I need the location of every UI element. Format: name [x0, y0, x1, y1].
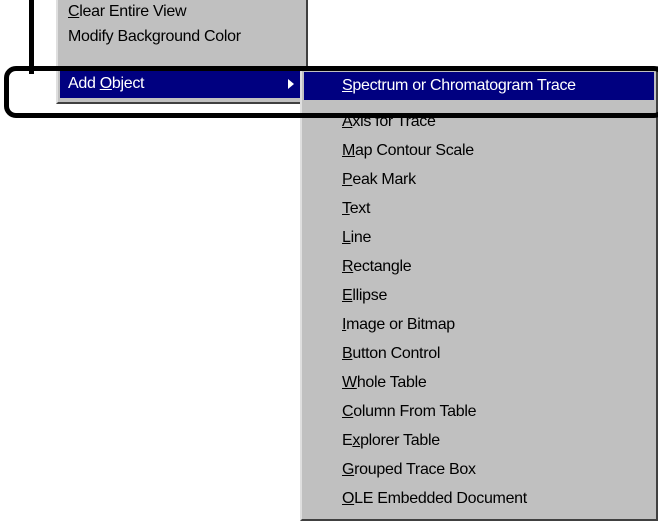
submenu-item-button-control[interactable]: Button Control — [304, 340, 654, 368]
menu-item-modify-background-color[interactable]: Modify Background Color — [60, 23, 304, 51]
submenu-item-ole-embedded-document[interactable]: OLE Embedded Document — [304, 485, 654, 513]
submenu-item-column-from-table[interactable]: Column From Table — [304, 398, 654, 426]
submenu-item-image-or-bitmap[interactable]: Image or Bitmap — [304, 311, 654, 339]
submenu-item-whole-table[interactable]: Whole Table — [304, 369, 654, 397]
submenu-item-explorer-table[interactable]: Explorer Table — [304, 427, 654, 455]
submenu-item-peak-mark[interactable]: Peak Mark — [304, 166, 654, 194]
submenu-item-rectangle[interactable]: Rectangle — [304, 253, 654, 281]
callout-pointer-line — [29, 0, 34, 74]
submenu-item-line[interactable]: Line — [304, 224, 654, 252]
add-object-submenu: Spectrum or Chromatogram Trace Axis for … — [300, 66, 658, 521]
submenu-item-text[interactable]: Text — [304, 195, 654, 223]
submenu-item-map-contour-scale[interactable]: Map Contour Scale — [304, 137, 654, 165]
submenu-item-grouped-trace-box[interactable]: Grouped Trace Box — [304, 456, 654, 484]
submenu-item-ellipse[interactable]: Ellipse — [304, 282, 654, 310]
callout-highlight-box — [4, 66, 658, 118]
